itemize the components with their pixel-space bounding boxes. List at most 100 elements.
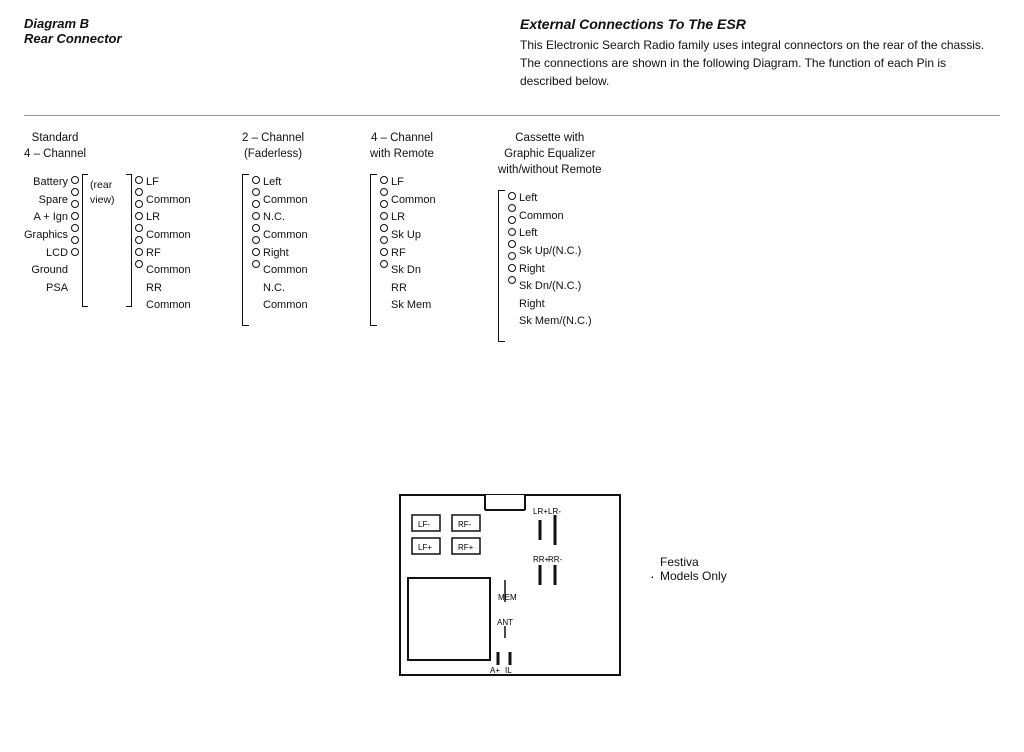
cass-dot-4: [508, 228, 516, 236]
two-ch-dot-3: [252, 200, 260, 208]
svg-text:LR+: LR+: [533, 507, 548, 516]
four-ch-label-3: LR: [391, 209, 436, 227]
header-left: Diagram B Rear Connector: [24, 16, 122, 46]
std-dot-left-3: [71, 200, 79, 208]
std-dot-left-2: [71, 188, 79, 196]
festiva-dot: ·: [650, 568, 655, 584]
ext-connections-desc: This Electronic Search Radio family uses…: [520, 36, 1000, 90]
four-ch-dot-2: [380, 188, 388, 196]
std-rlabel-common4: Common: [146, 297, 191, 315]
two-ch-label-4: Common: [263, 227, 308, 245]
four-channel-labels: LF Common LR Sk Up RF Sk Dn RR Sk Mem: [391, 174, 436, 315]
std-dot-right-2: [135, 188, 143, 196]
four-ch-dot-5: [380, 224, 388, 232]
two-ch-dot-1: [252, 176, 260, 184]
svg-text:RF-: RF-: [458, 520, 472, 529]
std-dot-left-7: [71, 248, 79, 256]
two-channel-labels: Left Common N.C. Common Right Common N.C…: [263, 174, 308, 315]
standard-connector-group: Standard 4 – Channel Battery Spare A + I…: [24, 130, 224, 342]
cass-dot-6: [508, 252, 516, 260]
two-ch-label-1: Left: [263, 174, 308, 192]
std-label-lcd: LCD: [46, 245, 68, 263]
four-ch-dot-4: [380, 212, 388, 220]
cass-label-8: Sk Mem/(N.C.): [519, 313, 592, 331]
festiva-label: Festiva Models Only: [660, 555, 727, 583]
std-dot-left-6: [71, 236, 79, 244]
cassette-labels: Left Common Left Sk Up/(N.C.) Right Sk D…: [519, 190, 592, 331]
rear-connector-svg: LF- RF- LF+ RF+ LR+ LR- RR+ RR- MEM: [390, 490, 630, 700]
svg-text:LF+: LF+: [418, 543, 432, 552]
four-ch-dot-7: [380, 248, 388, 256]
std-rlabel-lr: LR: [146, 209, 160, 227]
four-channel-left-bracket: [370, 174, 377, 326]
page: Diagram B Rear Connector External Connec…: [0, 0, 1024, 752]
standard-left-dots: [71, 174, 79, 258]
std-rear-view-label: (rear view): [88, 174, 126, 211]
four-ch-label-8: Sk Mem: [391, 297, 436, 315]
cass-dot-5: [508, 240, 516, 248]
cassette-content: Left Common Left Sk Up/(N.C.) Right Sk D…: [498, 190, 592, 342]
std-dot-left-4: [71, 212, 79, 220]
std-label-graphics: Graphics: [24, 227, 68, 245]
four-ch-label-6: Sk Dn: [391, 262, 436, 280]
standard-left-labels: Battery Spare A + Ign Graphics LCD Groun…: [24, 174, 68, 297]
diagram-label: Diagram B: [24, 16, 122, 31]
ext-connections-title: External Connections To The ESR: [520, 16, 1000, 32]
cass-label-6: Sk Dn/(N.C.): [519, 278, 592, 296]
std-dot-right-1: [135, 176, 143, 184]
four-ch-label-2: Common: [391, 192, 436, 210]
two-ch-dot-4: [252, 212, 260, 220]
two-ch-label-5: Right: [263, 245, 308, 263]
four-ch-dot-8: [380, 260, 388, 268]
two-ch-dot-7: [252, 248, 260, 256]
two-ch-label-3: N.C.: [263, 209, 308, 227]
std-rlabel-common2: Common: [146, 227, 191, 245]
cass-label-2: Common: [519, 208, 592, 226]
two-ch-dot-5: [252, 224, 260, 232]
two-ch-label-8: Common: [263, 297, 308, 315]
cass-dot-1: [508, 192, 516, 200]
std-label-aign: A + Ign: [33, 209, 68, 227]
two-channel-left-bracket: [242, 174, 249, 326]
std-dot-right-6: [135, 236, 143, 244]
cass-label-5: Right: [519, 261, 592, 279]
std-rlabel-rf: RF: [146, 245, 161, 263]
standard-right-labels: LF Common LR Common RF Common RR Common: [146, 174, 191, 315]
std-label-psa: PSA: [46, 280, 68, 298]
std-label-battery: Battery: [33, 174, 68, 192]
cass-dot-7: [508, 264, 516, 272]
std-dot-left-5: [71, 224, 79, 232]
cass-label-7: Right: [519, 296, 592, 314]
two-channel-title: 2 – Channel (Faderless): [242, 130, 304, 162]
four-channel-content: LF Common LR Sk Up RF Sk Dn RR Sk Mem: [370, 174, 436, 326]
four-ch-dot-3: [380, 200, 388, 208]
two-channel-dots: [252, 174, 260, 270]
std-dot-left-1: [71, 176, 79, 184]
std-dot-right-8: [135, 260, 143, 268]
diagrams-area: Standard 4 – Channel Battery Spare A + I…: [24, 130, 1000, 342]
svg-text:MEM: MEM: [498, 593, 517, 602]
four-ch-dot-6: [380, 236, 388, 244]
std-label-ground: Ground: [31, 262, 68, 280]
cass-label-1: Left: [519, 190, 592, 208]
standard-title: Standard 4 – Channel: [24, 130, 86, 162]
four-ch-label-7: RR: [391, 280, 436, 298]
cassette-title: Cassette with Graphic Equalizer with/wit…: [498, 130, 602, 178]
two-ch-dot-6: [252, 236, 260, 244]
four-ch-label-5: RF: [391, 245, 436, 263]
svg-text:A+: A+: [490, 666, 500, 675]
svg-text:IL: IL: [505, 666, 512, 675]
cassette-left-bracket: [498, 190, 505, 342]
four-ch-label-4: Sk Up: [391, 227, 436, 245]
cassette-group: Cassette with Graphic Equalizer with/wit…: [498, 130, 648, 342]
two-ch-label-6: Common: [263, 262, 308, 280]
bottom-drawing-area: LF- RF- LF+ RF+ LR+ LR- RR+ RR- MEM: [390, 490, 630, 703]
std-dot-right-3: [135, 200, 143, 208]
four-channel-dots: [380, 174, 388, 270]
std-label-spare: Spare: [39, 192, 68, 210]
four-ch-dot-1: [380, 176, 388, 184]
std-dot-right-7: [135, 248, 143, 256]
std-box-right-border: [126, 174, 132, 307]
standard-right-dots: [135, 174, 143, 270]
std-dot-right-5: [135, 224, 143, 232]
